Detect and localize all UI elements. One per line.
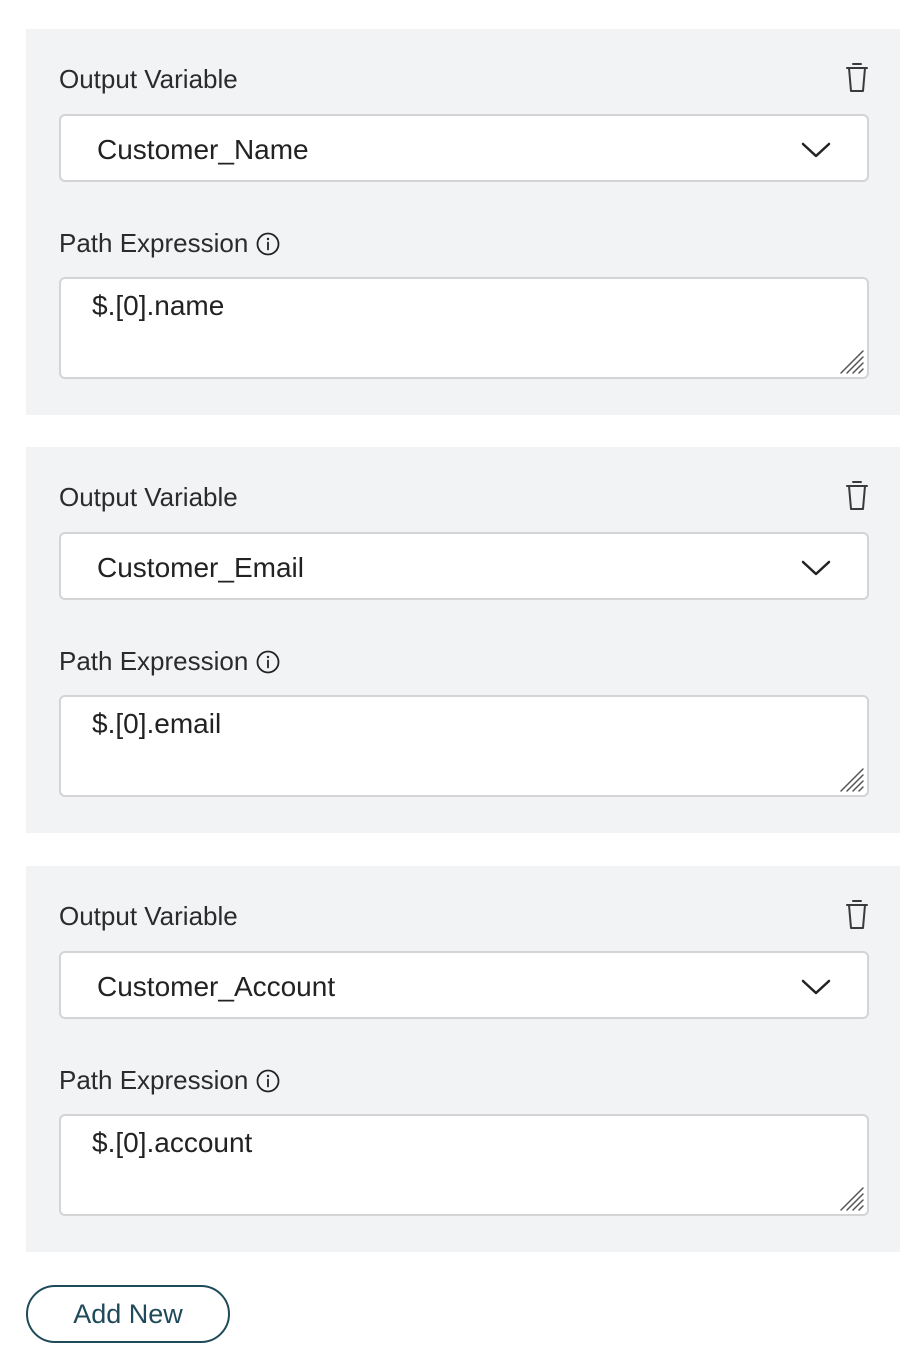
resize-handle-icon[interactable] [839, 767, 865, 793]
path-expression-value: $.[0].account [92, 1127, 253, 1158]
chevron-down-icon [801, 142, 831, 158]
resize-handle-icon[interactable] [839, 1186, 865, 1212]
output-variable-value: Customer_Account [97, 971, 336, 1002]
path-expression-label-group: Path Expression [59, 228, 280, 258]
mapping-panel: Output Variable Customer_Name Path Expre… [26, 29, 900, 415]
path-expression-label: Path Expression [59, 1065, 249, 1095]
output-variable-label: Output Variable [59, 64, 238, 94]
path-expression-input[interactable]: $.[0].email [59, 695, 869, 797]
add-new-button[interactable]: Add New [26, 1285, 230, 1343]
info-icon[interactable] [256, 650, 280, 674]
path-expression-label: Path Expression [59, 228, 249, 258]
chevron-down-icon [801, 979, 831, 995]
resize-handle-icon[interactable] [839, 349, 865, 375]
trash-icon[interactable] [845, 60, 869, 94]
mapping-panel: Output Variable Customer_Email Path Expr… [26, 447, 900, 833]
output-variable-value: Customer_Name [97, 134, 309, 165]
trash-icon[interactable] [845, 478, 869, 512]
path-expression-label: Path Expression [59, 646, 249, 676]
output-variable-select[interactable]: Customer_Email [59, 532, 869, 600]
output-variable-select[interactable]: Customer_Name [59, 114, 869, 182]
path-expression-value: $.[0].email [92, 708, 222, 739]
path-expression-label-group: Path Expression [59, 1065, 280, 1095]
output-variable-value: Customer_Email [97, 552, 304, 583]
output-variable-label: Output Variable [59, 901, 238, 931]
chevron-down-icon [801, 560, 831, 576]
path-expression-label-group: Path Expression [59, 646, 280, 676]
info-icon[interactable] [256, 1069, 280, 1093]
trash-icon[interactable] [845, 897, 869, 931]
output-variable-label: Output Variable [59, 482, 238, 512]
path-expression-input[interactable]: $.[0].name [59, 277, 869, 379]
path-expression-input[interactable]: $.[0].account [59, 1114, 869, 1216]
info-icon[interactable] [256, 232, 280, 256]
mapping-panel: Output Variable Customer_Account Path Ex… [26, 866, 900, 1252]
path-expression-value: $.[0].name [92, 290, 225, 321]
output-variable-select[interactable]: Customer_Account [59, 951, 869, 1019]
